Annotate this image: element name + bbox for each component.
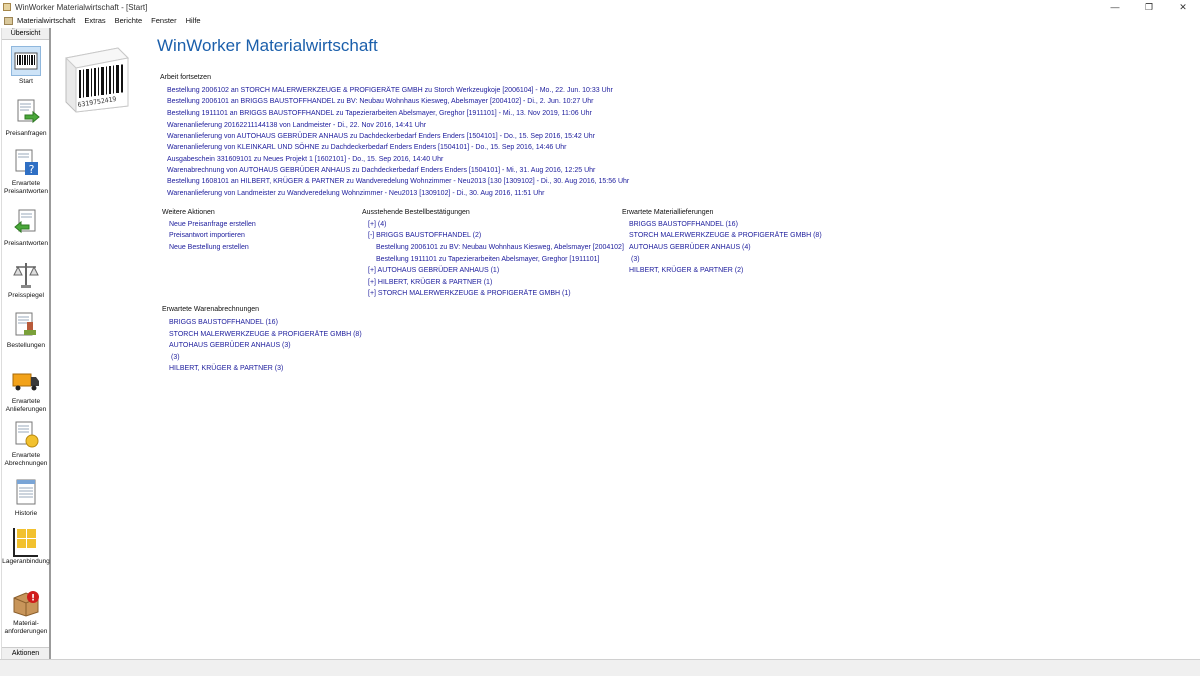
truck-icon: [11, 366, 41, 396]
sidebar-item-materialanforderungen[interactable]: ! Material-anforderungen: [2, 588, 50, 635]
menu-hilfe[interactable]: Hilfe: [186, 16, 201, 25]
recent-work-link[interactable]: Ausgabeschein 331609101 zu Neues Projekt…: [167, 156, 443, 163]
app-icon[interactable]: [3, 3, 11, 11]
recent-work-link[interactable]: Warenanlieferung von Landmeister zu Wand…: [167, 190, 544, 197]
title-bar: WinWorker Materialwirtschaft - [Start] —…: [0, 0, 1200, 14]
sidebar-item-bestellungen[interactable]: Bestellungen: [2, 310, 50, 350]
sidebar-item-historie[interactable]: Historie: [2, 478, 50, 518]
recent-work-link[interactable]: Warenanlieferung 20162211144138 von Land…: [167, 122, 426, 129]
sidebar-footer-aktionen[interactable]: Aktionen: [2, 647, 49, 659]
restore-button[interactable]: ❐: [1132, 0, 1166, 14]
import-price-response-link[interactable]: Preisantwort importieren: [169, 232, 245, 239]
menu-bar: Materialwirtschaft Extras Berichte Fenst…: [0, 14, 1200, 27]
recent-work-link[interactable]: Warenanlieferung von AUTOHAUS GEBRÜDER A…: [167, 133, 595, 140]
pending-confirmation-group[interactable]: [+] STORCH MALERWERKZEUGE & PROFIGERÄTE …: [368, 290, 571, 297]
sidebar-item-label: Bestellungen: [6, 342, 46, 349]
expected-invoice-link[interactable]: (3): [171, 354, 180, 361]
section-title-arbeit-fortsetzen: Arbeit fortsetzen: [160, 74, 211, 81]
sidebar-item-label: Preisanfragen: [5, 130, 47, 137]
section-title-ausstehende-bestellbestaetigungen: Ausstehende Bestellbestätigungen: [362, 209, 470, 216]
status-bar: [0, 659, 1200, 676]
navigation-sidebar: Übersicht Start Preisanfragen ? Erwartet…: [1, 28, 51, 659]
document-system-icon[interactable]: [4, 16, 13, 25]
pending-confirmation-group[interactable]: [+] HILBERT, KRÜGER & PARTNER (1): [368, 279, 492, 286]
menu-extras[interactable]: Extras: [84, 16, 105, 25]
expected-delivery-link[interactable]: HILBERT, KRÜGER & PARTNER (2): [629, 267, 743, 274]
section-title-erwartete-materiallieferungen: Erwartete Materiallieferungen: [622, 209, 714, 216]
window-title: WinWorker Materialwirtschaft - [Start]: [15, 2, 148, 12]
new-order-link[interactable]: Neue Bestellung erstellen: [169, 244, 249, 251]
expected-delivery-link[interactable]: AUTOHAUS GEBRÜDER ANHAUS (4): [629, 244, 751, 251]
expected-invoice-link[interactable]: STORCH MALERWERKZEUGE & PROFIGERÄTE GMBH…: [169, 331, 362, 338]
expected-invoice-link[interactable]: AUTOHAUS GEBRÜDER ANHAUS (3): [169, 342, 291, 349]
menu-materialwirtschaft[interactable]: Materialwirtschaft: [17, 16, 75, 25]
expected-delivery-link[interactable]: (3): [631, 256, 640, 263]
recent-work-link[interactable]: Warenabrechnung von AUTOHAUS GEBRÜDER AN…: [167, 167, 595, 174]
recent-work-link[interactable]: Bestellung 1608101 an HILBERT, KRÜGER & …: [167, 178, 629, 185]
minimize-button[interactable]: —: [1098, 0, 1132, 14]
sidebar-item-label: Preisantworten: [4, 240, 48, 247]
barcode-icon: [11, 46, 41, 76]
pending-confirmation-item[interactable]: Bestellung 1911101 zu Tapezierarbeiten A…: [376, 256, 600, 263]
sidebar-item-label: Start: [19, 78, 33, 85]
sidebar-item-label: Erwartete Abrechnungen: [4, 452, 48, 467]
section-title-erwartete-warenabrechnungen: Erwartete Warenabrechnungen: [162, 306, 260, 313]
expected-invoice-link[interactable]: BRIGGS BAUSTOFFHANDEL (16): [169, 319, 278, 326]
warehouse-shelf-icon: [11, 526, 41, 557]
recent-work-link[interactable]: Bestellung 2006102 an STORCH MALERWERKZE…: [167, 87, 613, 94]
sidebar-item-label: Erwartete Anlieferungen: [5, 398, 47, 413]
page-title: WinWorker Materialwirtschaft: [157, 36, 378, 55]
box-alert-icon: !: [11, 588, 41, 618]
sidebar-item-label: Preisspiegel: [8, 292, 44, 299]
sidebar-item-label: Historie: [14, 510, 38, 517]
sidebar-item-start[interactable]: Start: [2, 46, 50, 86]
window-controls: — ❐ ✕: [1098, 0, 1200, 14]
sidebar-item-erwartete-preisantworten[interactable]: ? Erwartete Preisantworten: [2, 148, 50, 195]
close-button[interactable]: ✕: [1166, 0, 1200, 14]
invoice-coin-icon: [11, 420, 41, 450]
pending-confirmation-group[interactable]: [+] (4): [368, 221, 386, 228]
sidebar-item-lageranbindung[interactable]: Lageranbindung: [2, 526, 50, 566]
barcode-logo: 6319752419: [62, 44, 132, 114]
order-stamp-icon: [11, 310, 41, 340]
pending-confirmation-group[interactable]: [-] BRIGGS BAUSTOFFHANDEL (2): [368, 232, 481, 239]
svg-text:!: !: [31, 594, 35, 604]
section-title-weitere-aktionen: Weitere Aktionen: [162, 209, 215, 216]
svg-text:?: ?: [29, 163, 35, 176]
sidebar-item-erwartete-abrechnungen[interactable]: Erwartete Abrechnungen: [2, 420, 50, 467]
history-document-icon: [11, 478, 41, 508]
document-arrow-left-icon: [11, 208, 41, 238]
scales-icon: [11, 260, 41, 290]
pending-confirmation-item[interactable]: Bestellung 2006101 zu BV: Neubau Wohnhau…: [376, 244, 624, 251]
new-price-request-link[interactable]: Neue Preisanfrage erstellen: [169, 221, 256, 228]
recent-work-link[interactable]: Warenanlieferung von KLEINKARL UND SÖHNE…: [167, 144, 566, 151]
sidebar-item-preisantworten[interactable]: Preisantworten: [2, 208, 50, 248]
sidebar-item-label: Material-anforderungen: [4, 620, 48, 635]
pending-confirmation-group[interactable]: [+] AUTOHAUS GEBRÜDER ANHAUS (1): [368, 267, 499, 274]
recent-work-link[interactable]: Bestellung 2006101 an BRIGGS BAUSTOFFHAN…: [167, 98, 593, 105]
expected-delivery-link[interactable]: STORCH MALERWERKZEUGE & PROFIGERÄTE GMBH…: [629, 232, 822, 239]
sidebar-header-uebersicht[interactable]: Übersicht: [2, 28, 49, 40]
menu-fenster[interactable]: Fenster: [151, 16, 176, 25]
expected-delivery-link[interactable]: BRIGGS BAUSTOFFHANDEL (16): [629, 221, 738, 228]
expected-invoice-link[interactable]: HILBERT, KRÜGER & PARTNER (3): [169, 365, 283, 372]
document-arrow-icon: [11, 98, 41, 128]
sidebar-item-label: Erwartete Preisantworten: [4, 180, 48, 195]
document-question-icon: ?: [11, 148, 41, 178]
recent-work-link[interactable]: Bestellung 1911101 an BRIGGS BAUSTOFFHAN…: [167, 110, 592, 117]
sidebar-item-preisspiegel[interactable]: Preisspiegel: [2, 260, 50, 300]
sidebar-item-erwartete-anlieferungen[interactable]: Erwartete Anlieferungen: [2, 366, 50, 413]
sidebar-item-preisanfragen[interactable]: Preisanfragen: [2, 98, 50, 138]
menu-berichte[interactable]: Berichte: [115, 16, 143, 25]
